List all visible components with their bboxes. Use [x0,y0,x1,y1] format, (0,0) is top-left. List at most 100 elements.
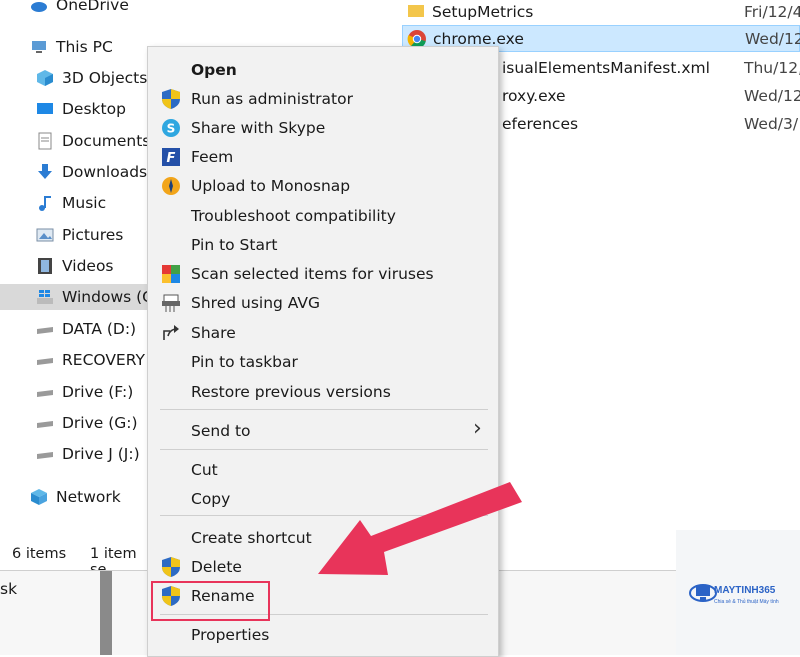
nav-label: Drive J (J:) [62,445,140,463]
nav-item-documents[interactable]: Documents [36,128,150,154]
background-text: sk [0,580,18,598]
nav-item-3d-objects[interactable]: 3D Objects [36,65,147,91]
file-name: chrome.exe [433,29,524,48]
watermark-logo: MAYTINH365 Chia sẻ & Thủ thuật Máy tính [676,530,800,655]
music-icon [36,194,54,212]
menu-item-pin-to-taskbar[interactable]: Pin to taskbar [148,347,498,376]
menu-item-send-to[interactable]: Send to › [148,416,498,445]
file-name: roxy.exe [502,86,566,105]
file-name: SetupMetrics [432,2,534,21]
svg-text:F: F [167,151,176,166]
nav-item-drive-j[interactable]: Drive J (J:) [36,441,140,467]
menu-item-monosnap[interactable]: Upload to Monosnap [148,171,498,200]
menu-item-share[interactable]: Share [148,318,498,347]
shield-icon [160,88,182,110]
nav-item-onedrive[interactable]: OneDrive [30,0,129,18]
menu-item-label: Restore previous versions [191,382,391,401]
drive-icon [36,383,54,401]
nav-label: Videos [62,257,114,275]
nav-label: Network [56,488,121,506]
brand-tagline: Chia sẻ & Thủ thuật Máy tính [714,599,779,605]
nav-label: 3D Objects [62,69,148,87]
menu-item-label: Create shortcut [191,528,312,547]
file-date: Wed/12 [745,29,800,48]
menu-item-properties[interactable]: Properties [148,620,498,649]
highlight-box [151,581,270,621]
folder-icon [408,1,424,19]
item-count: 6 items [12,546,67,562]
menu-separator [160,409,488,410]
menu-item-label: Pin to taskbar [191,352,298,371]
menu-item-feem[interactable]: F Feem [148,142,498,171]
picture-icon [36,226,54,244]
nav-item-pictures[interactable]: Pictures [36,222,123,248]
menu-item-label: Shred using AVG [191,293,321,312]
menu-item-label: Share with Skype [191,118,326,137]
monosnap-icon [160,175,182,197]
nav-label: Drive (F:) [62,383,134,401]
nav-item-music[interactable]: Music [36,190,106,216]
document-icon [36,132,54,150]
menu-item-open[interactable]: Open [148,55,498,84]
file-row[interactable]: SetupMetrics Fri/12/4 [402,0,800,25]
nav-item-data-d[interactable]: DATA (D:) [36,316,136,342]
annotation-arrow-icon [318,482,522,575]
nav-label: OneDrive [56,0,129,14]
shredder-icon [160,292,182,314]
nav-item-videos[interactable]: Videos [36,253,114,279]
feem-icon: F [160,146,182,168]
file-date: Wed/12 [744,86,800,105]
menu-item-restore-versions[interactable]: Restore previous versions [148,377,498,406]
menu-item-share-skype[interactable]: S Share with Skype [148,113,498,142]
svg-text:S: S [167,121,176,135]
nav-label: Windows (C [62,288,153,306]
nav-label: RECOVERY ( [62,351,156,369]
drive-icon [36,414,54,432]
menu-item-shred-avg[interactable]: Shred using AVG [148,288,498,317]
menu-item-label: Share [191,323,236,342]
cube-icon [36,69,54,87]
drive-icon [36,351,54,369]
nav-item-downloads[interactable]: Downloads [36,159,147,185]
chevron-right-icon: › [473,416,482,441]
nav-label: Drive (G:) [62,414,138,432]
menu-item-run-as-admin[interactable]: Run as administrator [148,84,498,113]
menu-item-troubleshoot[interactable]: Troubleshoot compatibility [148,201,498,230]
nav-label: Music [62,194,107,212]
nav-label: Pictures [62,226,124,244]
nav-label: DATA (D:) [62,320,137,338]
skype-icon: S [160,117,182,139]
nav-item-network[interactable]: Network [30,484,121,510]
menu-item-label: Feem [191,147,234,166]
file-date: Thu/12, [744,58,800,77]
nav-item-recovery[interactable]: RECOVERY ( [36,347,156,373]
nav-label: Documents [62,132,151,150]
nav-item-desktop[interactable]: Desktop [36,96,126,122]
nav-label: Desktop [62,100,126,118]
desktop-icon [36,100,54,118]
menu-item-label: Upload to Monosnap [191,176,351,195]
nav-item-drive-g[interactable]: Drive (G:) [36,410,138,436]
menu-item-scan-viruses[interactable]: Scan selected items for viruses [148,259,498,288]
shield-icon [160,556,182,578]
file-name: eferences [502,114,579,133]
drive-icon [36,445,54,463]
menu-item-label: Run as administrator [191,89,353,108]
menu-separator [160,449,488,450]
menu-item-label: Cut [191,460,218,479]
avg-icon [160,263,182,285]
nav-label: This PC [56,38,113,56]
file-name: isualElementsManifest.xml [502,58,710,77]
file-date: Wed/3/ [744,114,799,133]
nav-item-this-pc[interactable]: This PC [30,34,113,60]
menu-item-label: Scan selected items for viruses [191,264,434,283]
network-icon [30,488,48,506]
video-icon [36,257,54,275]
menu-item-pin-to-start[interactable]: Pin to Start [148,230,498,259]
menu-item-label: Copy [191,489,231,508]
menu-item-label: Send to [191,421,251,440]
menu-item-label: Delete [191,557,242,576]
computer-icon [30,38,48,56]
nav-item-drive-f[interactable]: Drive (F:) [36,379,133,405]
nav-item-windows-c[interactable]: Windows (C [0,284,153,310]
